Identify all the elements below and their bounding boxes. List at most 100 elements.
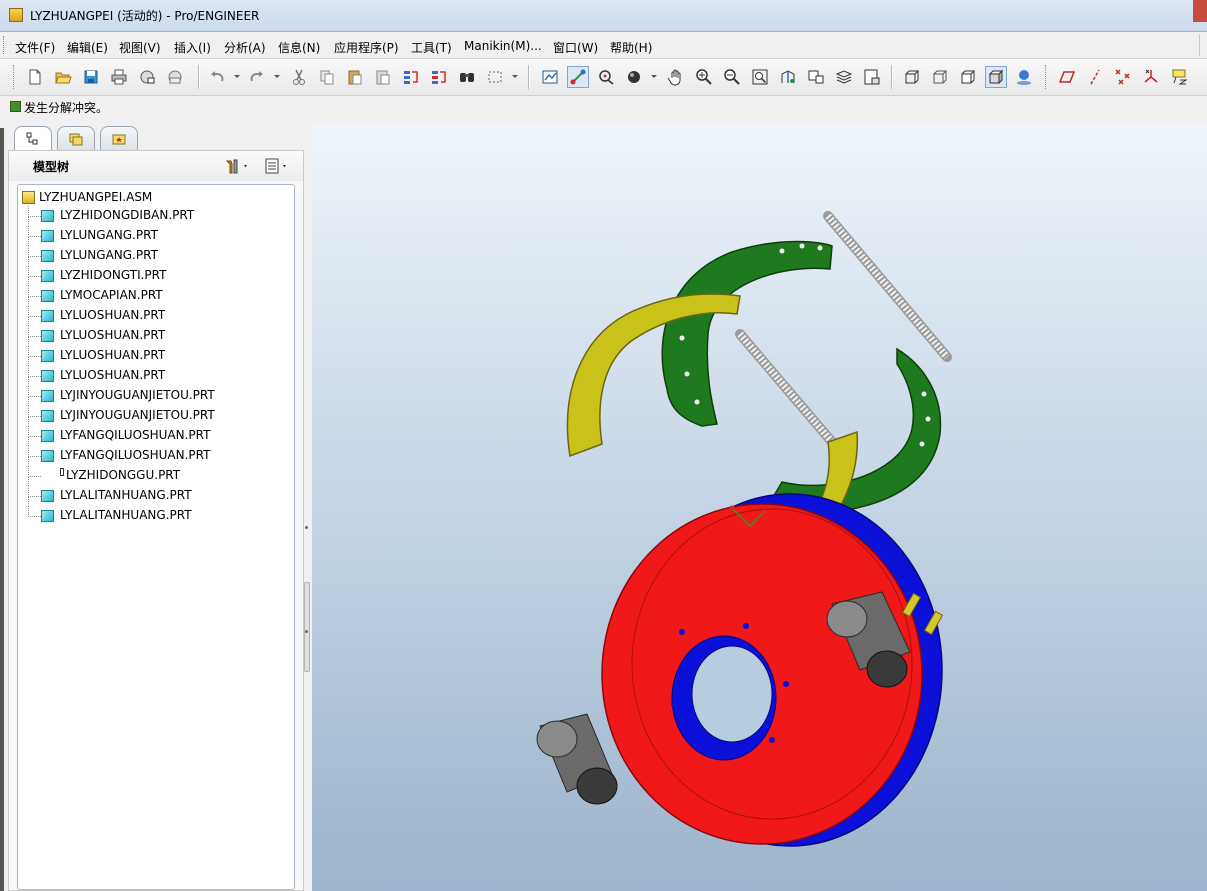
tree-connector	[28, 256, 29, 266]
graphics-viewport[interactable]	[312, 124, 1207, 891]
refit-icon[interactable]	[749, 66, 771, 88]
enhanced-realism-icon[interactable]	[1013, 66, 1035, 88]
tree-item[interactable]: LYLUNGANG.PRT	[18, 226, 288, 246]
appearance-dropdown[interactable]	[651, 75, 657, 78]
lower-brake-shoe[interactable]	[770, 347, 942, 513]
menu-file[interactable]: 文件(F)	[15, 39, 55, 56]
annotations-icon[interactable]	[1168, 66, 1190, 88]
tree-root-assembly[interactable]: LYZHUANGPEI.ASM	[22, 188, 152, 206]
tree-item[interactable]: LYZHIDONGDIBAN.PRT	[18, 206, 288, 226]
hidden-line-icon[interactable]	[929, 66, 951, 88]
tree-connector	[28, 216, 29, 226]
tree-item[interactable]: LYLUOSHUAN.PRT	[18, 366, 288, 386]
menu-insert[interactable]: 插入(I)	[174, 39, 211, 56]
coord-sys-icon[interactable]	[1140, 66, 1162, 88]
tree-connector	[28, 506, 41, 517]
tree-item[interactable]: LYJINYOUGUANJIETOU.PRT	[18, 386, 288, 406]
save-icon[interactable]	[80, 66, 102, 88]
zoom-out-icon[interactable]	[721, 66, 743, 88]
paste-special-icon[interactable]	[372, 66, 394, 88]
select-box-icon[interactable]	[484, 66, 506, 88]
part-icon	[41, 390, 54, 402]
reorient-icon[interactable]	[777, 66, 799, 88]
menu-window[interactable]: 窗口(W)	[553, 39, 598, 56]
close-button[interactable]	[1193, 0, 1207, 22]
regenerate-icon[interactable]	[400, 66, 422, 88]
copy-icon[interactable]	[316, 66, 338, 88]
send-mail-icon[interactable]	[136, 66, 158, 88]
datum-planes-icon[interactable]	[1056, 66, 1078, 88]
toolbar-grip[interactable]	[1045, 65, 1049, 89]
menu-analysis[interactable]: 分析(A)	[224, 39, 266, 56]
menu-tools[interactable]: 工具(T)	[411, 39, 452, 56]
tree-item-label: LYZHIDONGGU.PRT	[66, 468, 181, 482]
send-mail-link-icon[interactable]	[164, 66, 186, 88]
tree-item[interactable]: LYLUOSHUAN.PRT	[18, 326, 288, 346]
title-bar[interactable]: LYZHUANGPEI (活动的) - Pro/ENGINEER	[0, 0, 1207, 32]
upper-spring[interactable]	[823, 211, 952, 362]
spin-center-icon[interactable]	[567, 66, 589, 88]
lower-spring[interactable]	[735, 329, 837, 447]
upper-brake-shoe[interactable]	[661, 240, 833, 427]
find-icon[interactable]	[456, 66, 478, 88]
tree-item[interactable]: LYJINYOUGUANJIETOU.PRT	[18, 406, 288, 426]
upper-brake-lining[interactable]	[566, 293, 741, 458]
datum-axes-icon[interactable]	[1084, 66, 1106, 88]
repaint-icon[interactable]	[539, 66, 561, 88]
redo-dropdown[interactable]	[274, 75, 280, 78]
tree-item[interactable]: LYLALITANHUANG.PRT	[18, 506, 288, 526]
menu-manikin[interactable]: Manikin(M)...	[464, 39, 542, 53]
layers-icon[interactable]	[833, 66, 855, 88]
menu-edit[interactable]: 编辑(E)	[67, 39, 108, 56]
tree-show-button[interactable]	[263, 157, 291, 175]
drum-center-bore[interactable]	[691, 645, 773, 743]
print-icon[interactable]	[108, 66, 130, 88]
new-icon[interactable]	[24, 66, 46, 88]
orient-mode-icon[interactable]	[595, 66, 617, 88]
tree-item[interactable]: LYLUNGANG.PRT	[18, 246, 288, 266]
tree-item[interactable]: LYMOCAPIAN.PRT	[18, 286, 288, 306]
tree-item[interactable]: LYLUOSHUAN.PRT	[18, 346, 288, 366]
wireframe-icon[interactable]	[901, 66, 923, 88]
select-dropdown[interactable]	[512, 75, 518, 78]
tree-item[interactable]: LYFANGQILUOSHUAN.PRT	[18, 446, 288, 466]
left-wheel-cylinder[interactable]	[536, 713, 618, 805]
shading-icon[interactable]	[985, 66, 1007, 88]
menu-applications[interactable]: 应用程序(P)	[334, 39, 399, 56]
paste-icon[interactable]	[344, 66, 366, 88]
pan-icon[interactable]	[665, 66, 687, 88]
tree-settings-button[interactable]	[224, 157, 252, 175]
panel-splitter[interactable]	[303, 480, 311, 672]
zoom-in-icon[interactable]	[693, 66, 715, 88]
tree-connector	[28, 316, 29, 326]
menu-grip[interactable]	[3, 36, 7, 54]
menu-help[interactable]: 帮助(H)	[610, 39, 652, 56]
layer-tree-tab[interactable]	[57, 126, 95, 150]
menu-view[interactable]: 视图(V)	[119, 39, 161, 56]
tree-connector	[28, 266, 41, 277]
undo-dropdown[interactable]	[234, 75, 240, 78]
menu-info[interactable]: 信息(N)	[278, 39, 320, 56]
tree-connector	[28, 296, 29, 306]
open-icon[interactable]	[52, 66, 74, 88]
appearance-icon[interactable]	[623, 66, 645, 88]
undo-icon[interactable]	[206, 66, 228, 88]
tree-item[interactable]: LYLUOSHUAN.PRT	[18, 306, 288, 326]
view-manager-icon[interactable]	[861, 66, 883, 88]
no-hidden-icon[interactable]	[957, 66, 979, 88]
tree-item[interactable]: LYZHIDONGTI.PRT	[18, 266, 288, 286]
splitter-handle[interactable]	[304, 582, 310, 672]
tree-item[interactable]: LYLALITANHUANG.PRT	[18, 486, 288, 506]
cut-icon[interactable]	[288, 66, 310, 88]
regen-manager-icon[interactable]	[428, 66, 450, 88]
datum-points-icon[interactable]	[1112, 66, 1134, 88]
brake-assembly-model[interactable]	[312, 124, 1207, 891]
model-tree-tab[interactable]	[14, 126, 52, 150]
tree-item[interactable]: LYZHIDONGGU.PRT	[18, 466, 288, 486]
favorites-tab[interactable]	[100, 126, 138, 150]
navigator-panel: 模型树 LYZHUANGPEI.ASM LYZHIDONGDIBAN.PRT LY…	[0, 118, 312, 891]
toolbar-grip[interactable]	[13, 65, 17, 89]
tree-item[interactable]: LYFANGQILUOSHUAN.PRT	[18, 426, 288, 446]
redo-icon[interactable]	[246, 66, 268, 88]
saved-views-icon[interactable]	[805, 66, 827, 88]
